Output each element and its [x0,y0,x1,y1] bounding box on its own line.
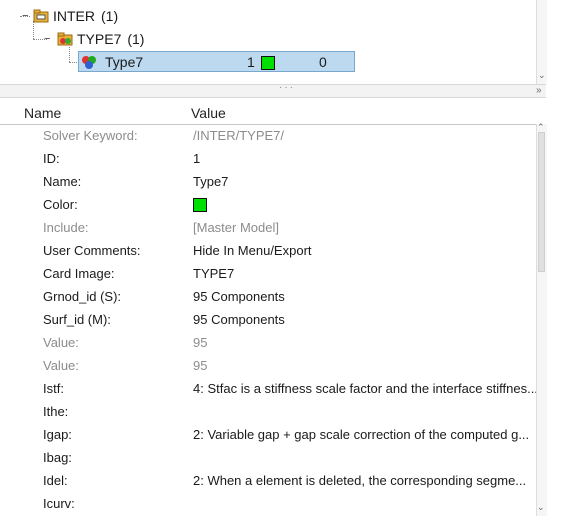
property-name: Istf: [43,381,64,396]
property-value[interactable]: /INTER/TYPE7/ [193,128,538,143]
table-scrollbar[interactable] [536,124,547,516]
property-name: Ibag: [43,450,72,465]
collapse-icon[interactable]: − [44,33,53,44]
property-rows: Solver Keyword: /INTER/TYPE7/ID: 1 Name: Typ… [0,124,538,515]
property-value[interactable]: 95 [193,335,538,350]
property-row[interactable]: Grnod_id (S): 95 Components [0,285,536,308]
property-value[interactable]: Type7 [193,174,538,189]
property-row[interactable]: Value: 95 [0,354,536,377]
property-value[interactable]: 95 Components [193,289,538,304]
scroll-down-icon[interactable]: ⌄ [538,70,546,81]
property-row[interactable]: Ibag: [0,446,536,469]
property-row[interactable]: Idel: 2: When a element is deleted, the c… [0,469,536,492]
tree-node-id: 1 [247,54,255,70]
property-value-color[interactable] [193,197,538,215]
column-header-value[interactable]: Value [191,105,226,121]
property-name: Card Image: [43,266,115,281]
property-row[interactable]: Solver Keyword: /INTER/TYPE7/ [0,124,536,147]
tree-node-type7-selected[interactable]: Type7 1 0 [78,51,355,72]
property-row[interactable]: Igap: 2: Variable gap + gap scale correct… [0,423,536,446]
property-row[interactable]: Value: 95 [0,331,536,354]
property-value[interactable]: [Master Model] [193,220,538,235]
property-name: Icurv: [43,496,75,511]
property-name: Idel: [43,473,68,488]
tree-node-inter[interactable]: − INTER (1) [22,6,118,26]
property-value[interactable]: TYPE7 [193,266,538,281]
entity-editor: Name Value Solver Keyword: /INTER/TYPE7/I… [0,100,547,521]
property-row[interactable]: Include: [Master Model] [0,216,536,239]
color-swatch[interactable] [193,198,207,212]
tree-node-type7-group[interactable]: − TYPE7 (1) [44,29,144,49]
property-name: ID: [43,151,60,166]
tree-scrollbar[interactable]: ⌄ [536,0,547,84]
property-row[interactable]: Name: Type7 [0,170,536,193]
collapse-icon[interactable]: − [22,10,31,21]
property-row[interactable]: User Comments: Hide In Menu/Export [0,239,536,262]
property-value[interactable]: 2: When a element is deleted, the corres… [193,473,538,488]
property-value[interactable]: Hide In Menu/Export [193,243,538,258]
panel-splitter[interactable]: ··· » [0,82,546,98]
property-name: Include: [43,220,89,235]
property-name: Ithe: [43,404,69,419]
double-chevron-down-icon[interactable]: » [536,85,542,96]
splitter-grip-icon[interactable]: ··· [279,82,295,93]
property-name: Grnod_id (S): [43,289,122,304]
interface-icon [81,55,97,69]
property-name: User Comments: [43,243,141,258]
property-value[interactable]: 1 [193,151,538,166]
tree-node-count: (1) [101,8,119,24]
property-value[interactable]: 4: Stfac is a stiffness scale factor and… [193,381,538,396]
column-header-name[interactable]: Name [24,105,61,121]
property-name: Name: [43,174,82,189]
property-row[interactable]: Color: [0,193,536,216]
property-row[interactable]: Istf: 4: Stfac is a stiffness scale facto… [0,377,538,400]
scroll-up-icon[interactable]: ⌃ [537,122,545,133]
property-value[interactable]: 95 [193,358,538,373]
property-name: Color: [43,197,78,212]
property-name: Value: [43,335,79,350]
scroll-down-icon[interactable]: ⌄ [537,502,545,513]
tree-node-label: Type7 [105,53,144,70]
property-name: Value: [43,358,79,373]
property-row[interactable]: Icurv: [0,492,536,515]
folder-icon [33,9,49,23]
table-header: Name Value [0,100,536,125]
property-row[interactable]: ID: 1 [0,147,536,170]
scrollbar-thumb[interactable] [538,132,545,272]
tree-node-value: 0 [319,54,327,70]
tree-connector [69,47,70,62]
color-swatch[interactable] [261,56,275,70]
tree-node-label: TYPE7 [77,31,122,47]
property-name: Solver Keyword: [43,128,138,143]
tree-node-count: (1) [127,31,145,47]
folder-icon [57,32,73,46]
tree-node-label: INTER [53,8,95,24]
property-row[interactable]: Ithe: [0,400,536,423]
property-name: Igap: [43,427,72,442]
property-value[interactable]: 95 Components [193,312,538,327]
property-value[interactable]: 2: Variable gap + gap scale correction o… [193,427,538,442]
model-tree: − INTER (1) − TYPE7 (1) Type7 1 0 ⌄ [0,0,547,84]
property-row[interactable]: Surf_id (M): 95 Components [0,308,536,331]
property-name: Surf_id (M): [43,312,111,327]
property-row[interactable]: Card Image: TYPE7 [0,262,536,285]
